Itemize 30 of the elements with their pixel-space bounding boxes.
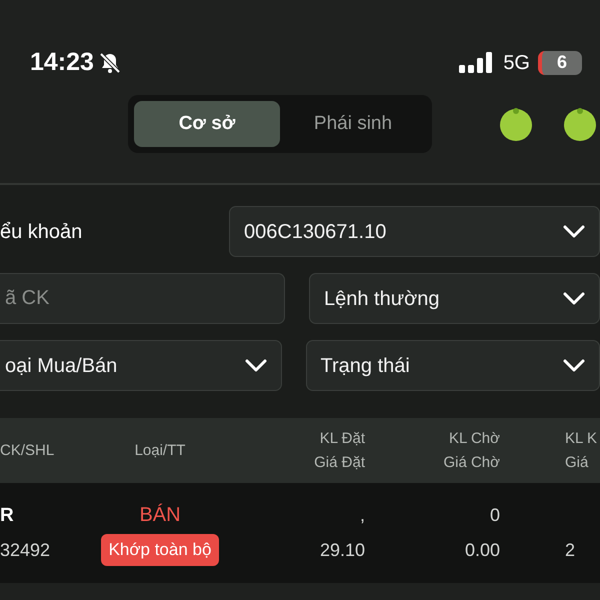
status-badge: Khớp toàn bộ xyxy=(100,534,220,566)
symbol-field[interactable]: ã CK xyxy=(0,273,285,324)
order-price: 29.10 xyxy=(320,539,365,562)
pending-quantity: 0 xyxy=(490,504,500,527)
battery-indicator: 6 xyxy=(538,50,582,74)
share-count: 32492 xyxy=(0,538,52,562)
stock-symbol: R xyxy=(0,504,15,528)
pending-price: 0.00 xyxy=(464,539,500,562)
side-dropdown[interactable]: oại Mua/Bán xyxy=(0,340,282,391)
order-side: BÁN xyxy=(139,502,181,528)
column-header: KL Đặt Giá Đặt xyxy=(313,429,365,472)
network-label: 5G xyxy=(503,50,530,76)
chevron-down-icon xyxy=(244,358,267,372)
chevron-down-icon xyxy=(563,292,585,306)
account-dropdown[interactable]: 006C130671.10 xyxy=(228,206,600,257)
clock-time: 14:23 xyxy=(30,46,94,78)
tab[interactable]: Cơ sở xyxy=(134,101,280,147)
column-header: KL Chờ Giá Chờ xyxy=(442,429,500,472)
status-dropdown[interactable]: Trạng thái xyxy=(306,340,600,391)
table-cell-text: 2 xyxy=(565,538,576,562)
tab[interactable]: Phái sinh xyxy=(280,101,426,147)
chevron-down-icon xyxy=(563,358,585,372)
chevron-down-icon xyxy=(563,224,585,238)
column-header: KL K Giá xyxy=(564,429,598,472)
bell-muted-icon xyxy=(98,50,122,74)
order-type-dropdown[interactable]: Lệnh thường xyxy=(309,273,600,324)
order-quantity: , xyxy=(360,504,365,527)
column-header: CK/SHL xyxy=(0,440,56,461)
column-header: Loại/TT xyxy=(134,440,186,461)
account-label: ểu khoản xyxy=(0,220,84,244)
